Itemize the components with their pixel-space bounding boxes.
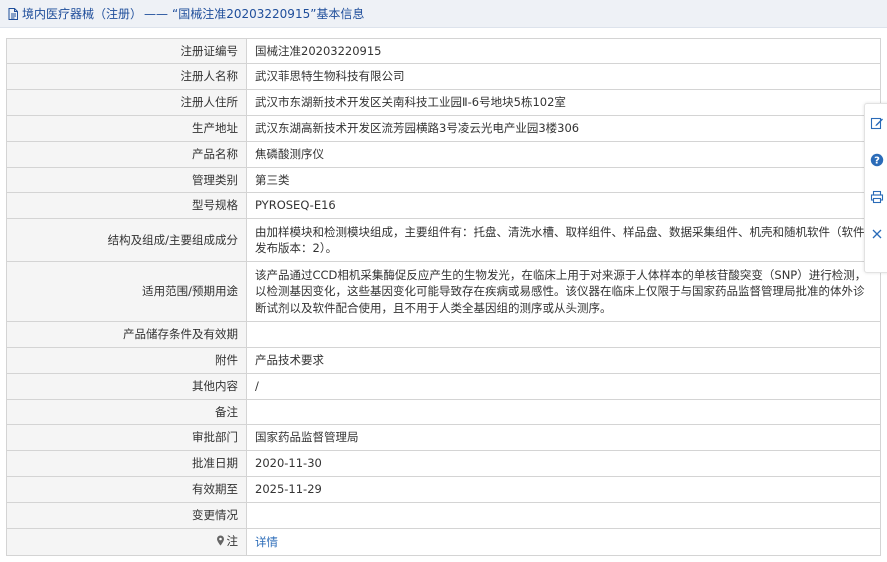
table-row: 产品名称 焦磷酸测序仪 bbox=[6, 141, 881, 168]
row-value bbox=[246, 502, 881, 529]
table-row: 注册人名称 武汉菲思特生物科技有限公司 bbox=[6, 63, 881, 90]
row-label: 变更情况 bbox=[6, 502, 247, 529]
help-icon[interactable]: ? bbox=[870, 153, 884, 167]
table-row: 管理类别 第三类 bbox=[6, 167, 881, 193]
row-label: 注册人名称 bbox=[6, 63, 247, 90]
edit-icon[interactable] bbox=[870, 116, 884, 130]
row-value: PYROSEQ-E16 bbox=[246, 192, 881, 219]
note-label: 注 bbox=[226, 534, 239, 548]
svg-text:?: ? bbox=[874, 156, 880, 167]
row-value: 国家药品监督管理局 bbox=[246, 424, 881, 451]
row-value: 国械注准20203220915 bbox=[246, 38, 881, 64]
row-label: 结构及组成/主要组成成分 bbox=[6, 218, 247, 262]
table-row: 附件 产品技术要求 bbox=[6, 347, 881, 374]
row-label: 附件 bbox=[6, 347, 247, 374]
row-label: 适用范围/预期用途 bbox=[6, 261, 247, 322]
info-table-container: 注册证编号 国械注准20203220915 注册人名称 武汉菲思特生物科技有限公司 … bbox=[6, 38, 881, 556]
row-label: 注册人住所 bbox=[6, 89, 247, 116]
table-row: 备注 bbox=[6, 399, 881, 425]
info-table: 注册证编号 国械注准20203220915 注册人名称 武汉菲思特生物科技有限公司 … bbox=[6, 38, 881, 556]
row-label: 生产地址 bbox=[6, 115, 247, 142]
row-value: 武汉市东湖新技术开发区关南科技工业园Ⅱ-6号地块5栋102室 bbox=[246, 89, 881, 116]
table-row: 其他内容 / bbox=[6, 373, 881, 400]
table-row: 变更情况 bbox=[6, 502, 881, 529]
row-label-note: 注 bbox=[6, 528, 247, 556]
row-value: 第三类 bbox=[246, 167, 881, 193]
table-row: 审批部门 国家药品监督管理局 bbox=[6, 424, 881, 451]
row-label: 其他内容 bbox=[6, 373, 247, 400]
row-label: 有效期至 bbox=[6, 476, 247, 503]
table-row: 型号规格 PYROSEQ-E16 bbox=[6, 192, 881, 219]
row-value: 2020-11-30 bbox=[246, 450, 881, 477]
table-row: 有效期至 2025-11-29 bbox=[6, 476, 881, 503]
row-value: 2025-11-29 bbox=[246, 476, 881, 503]
table-row: 适用范围/预期用途 该产品通过CCD相机采集酶促反应产生的生物发光，在临床上用于对… bbox=[6, 261, 881, 322]
row-label: 管理类别 bbox=[6, 167, 247, 193]
row-value: 产品技术要求 bbox=[246, 347, 881, 374]
document-icon bbox=[6, 7, 20, 21]
pin-icon bbox=[216, 535, 225, 550]
row-value: 武汉东湖高新技术开发区流芳园横路3号凌云光电产业园3楼306 bbox=[246, 115, 881, 142]
row-value bbox=[246, 399, 881, 425]
table-row: 注册证编号 国械注准20203220915 bbox=[6, 38, 881, 64]
row-label: 审批部门 bbox=[6, 424, 247, 451]
breadcrumb-category[interactable]: 境内医疗器械（注册） bbox=[22, 5, 142, 22]
row-label: 备注 bbox=[6, 399, 247, 425]
page-title: “国械注准20203220915”基本信息 bbox=[172, 7, 365, 21]
table-row: 生产地址 武汉东湖高新技术开发区流芳园横路3号凌云光电产业园3楼306 bbox=[6, 115, 881, 142]
row-label: 产品名称 bbox=[6, 141, 247, 168]
table-row: 批准日期 2020-11-30 bbox=[6, 450, 881, 477]
side-toolbar: ? bbox=[864, 103, 887, 273]
row-value: 由加样模块和检测模块组成，主要组件有：托盘、清洗水槽、取样组件、样品盘、数据采集… bbox=[246, 218, 881, 262]
table-row: 结构及组成/主要组成成分 由加样模块和检测模块组成，主要组件有：托盘、清洗水槽、取… bbox=[6, 218, 881, 262]
row-value: 详情 bbox=[246, 528, 881, 556]
page-header: 境内医疗器械（注册） —— “国械注准20203220915”基本信息 bbox=[0, 0, 887, 28]
table-row: 注 详情 bbox=[6, 528, 881, 556]
breadcrumb-separator: —— bbox=[144, 6, 169, 21]
table-row: 注册人住所 武汉市东湖新技术开发区关南科技工业园Ⅱ-6号地块5栋102室 bbox=[6, 89, 881, 116]
row-label: 型号规格 bbox=[6, 192, 247, 219]
table-row: 产品储存条件及有效期 bbox=[6, 321, 881, 348]
row-label: 产品储存条件及有效期 bbox=[6, 321, 247, 348]
row-value: / bbox=[246, 373, 881, 400]
close-icon[interactable] bbox=[870, 227, 884, 241]
row-label: 批准日期 bbox=[6, 450, 247, 477]
print-icon[interactable] bbox=[870, 190, 884, 204]
row-label: 注册证编号 bbox=[6, 38, 247, 64]
row-value: 焦磷酸测序仪 bbox=[246, 141, 881, 168]
row-value: 武汉菲思特生物科技有限公司 bbox=[246, 63, 881, 90]
row-value bbox=[246, 321, 881, 348]
row-value: 该产品通过CCD相机采集酶促反应产生的生物发光，在临床上用于对来源于人体样本的单… bbox=[246, 261, 881, 322]
details-link[interactable]: 详情 bbox=[255, 535, 278, 549]
